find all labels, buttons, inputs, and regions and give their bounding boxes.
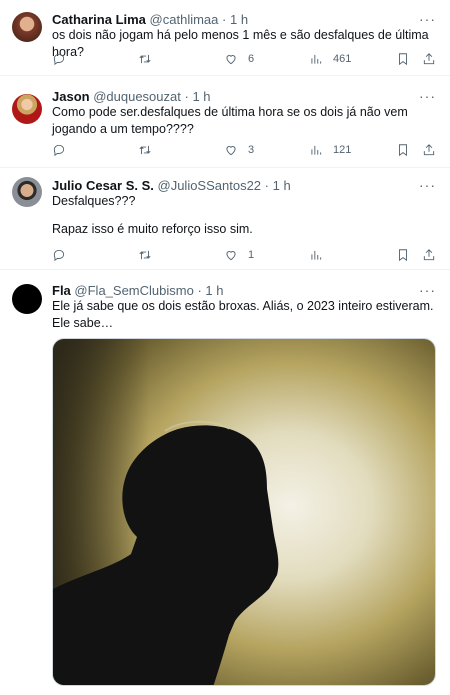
- author-name[interactable]: Jason: [52, 89, 90, 104]
- views-button[interactable]: [309, 248, 323, 262]
- more-icon[interactable]: ···: [419, 89, 436, 103]
- views-button[interactable]: 461: [309, 52, 351, 66]
- share-icon: [422, 52, 436, 66]
- author-name[interactable]: Catharina Lima: [52, 12, 146, 27]
- tweet-text-line-2: Rapaz isso é muito reforço isso sim.: [52, 222, 253, 236]
- retweet-icon: [138, 143, 152, 157]
- tweet-header: Catharina Lima @cathlimaa · 1 h: [52, 12, 438, 28]
- more-icon[interactable]: ···: [419, 12, 436, 26]
- like-icon: [224, 248, 238, 262]
- retweet-button[interactable]: [138, 143, 152, 157]
- views-icon: [309, 248, 323, 262]
- silhouette-photo: [53, 339, 435, 685]
- bookmark-button[interactable]: [396, 143, 410, 157]
- share-icon: [422, 248, 436, 262]
- tweet-actions: 1: [52, 248, 440, 264]
- like-count: 3: [248, 144, 255, 156]
- tweet-text-line-1: Desfalques???: [52, 194, 136, 208]
- like-count: 6: [248, 53, 255, 65]
- author-name[interactable]: Julio Cesar S. S.: [52, 178, 154, 193]
- views-button[interactable]: 121: [309, 143, 351, 157]
- share-button[interactable]: [422, 52, 436, 66]
- timestamp[interactable]: 1 h: [192, 89, 210, 104]
- timestamp[interactable]: 1 h: [205, 283, 223, 298]
- author-handle[interactable]: @JulioSSantos22: [158, 178, 262, 193]
- reply-button[interactable]: [52, 143, 66, 157]
- bookmark-icon: [396, 248, 410, 262]
- views-icon: [309, 143, 323, 157]
- avatar[interactable]: [12, 284, 42, 314]
- bookmark-icon: [396, 52, 410, 66]
- tweet-julio[interactable]: Julio Cesar S. S. @JulioSSantos22 · 1 h …: [0, 169, 450, 270]
- tweet-actions: 3 121: [52, 143, 440, 159]
- separator: ·: [197, 283, 202, 298]
- reply-button[interactable]: [52, 52, 66, 66]
- tweet-header: Fla @Fla_SemClubismo · 1 h: [52, 283, 438, 299]
- tweet-text: Como pode ser.desfalques de última hora …: [52, 105, 408, 136]
- like-count: 1: [248, 249, 255, 261]
- view-count: 121: [333, 144, 352, 156]
- bookmark-icon: [396, 143, 410, 157]
- bookmark-button[interactable]: [396, 248, 410, 262]
- avatar[interactable]: [12, 177, 42, 207]
- tweet-header: Julio Cesar S. S. @JulioSSantos22 · 1 h: [52, 178, 438, 194]
- retweet-button[interactable]: [138, 52, 152, 66]
- share-button[interactable]: [422, 248, 436, 262]
- tweet-actions: 6 461: [52, 52, 440, 68]
- retweet-icon: [138, 248, 152, 262]
- separator: ·: [184, 89, 189, 104]
- separator: ·: [264, 178, 270, 193]
- more-icon[interactable]: ···: [419, 283, 436, 297]
- retweet-icon: [138, 52, 152, 66]
- like-button[interactable]: 6: [224, 52, 254, 66]
- share-icon: [422, 143, 436, 157]
- timestamp[interactable]: 1 h: [230, 12, 248, 27]
- like-icon: [224, 143, 238, 157]
- views-icon: [309, 52, 323, 66]
- tweet-media-image[interactable]: [52, 338, 436, 686]
- like-icon: [224, 52, 238, 66]
- share-button[interactable]: [422, 143, 436, 157]
- separator: ·: [222, 12, 227, 27]
- retweet-button[interactable]: [138, 248, 152, 262]
- author-handle[interactable]: @cathlimaa: [150, 12, 219, 27]
- tweet-catharina[interactable]: Catharina Lima @cathlimaa · 1 h ··· os d…: [0, 0, 450, 76]
- reply-icon: [52, 248, 66, 262]
- more-icon[interactable]: ···: [419, 178, 436, 192]
- tweet-header: Jason @duquesouzat · 1 h: [52, 89, 438, 105]
- avatar[interactable]: [12, 94, 42, 124]
- view-count: 461: [333, 53, 352, 65]
- author-handle[interactable]: @Fla_SemClubismo: [74, 283, 193, 298]
- author-name[interactable]: Fla: [52, 283, 71, 298]
- author-handle[interactable]: @duquesouzat: [93, 89, 181, 104]
- tweet-jason[interactable]: Jason @duquesouzat · 1 h ··· Como pode s…: [0, 77, 450, 168]
- like-button[interactable]: 3: [224, 143, 254, 157]
- tweet-text: Ele já sabe que os dois estão broxas. Al…: [52, 299, 434, 330]
- timestamp[interactable]: 1 h: [273, 178, 291, 193]
- like-button[interactable]: 1: [224, 248, 254, 262]
- reply-button[interactable]: [52, 248, 66, 262]
- reply-icon: [52, 52, 66, 66]
- bookmark-button[interactable]: [396, 52, 410, 66]
- avatar[interactable]: [12, 12, 42, 42]
- reply-icon: [52, 143, 66, 157]
